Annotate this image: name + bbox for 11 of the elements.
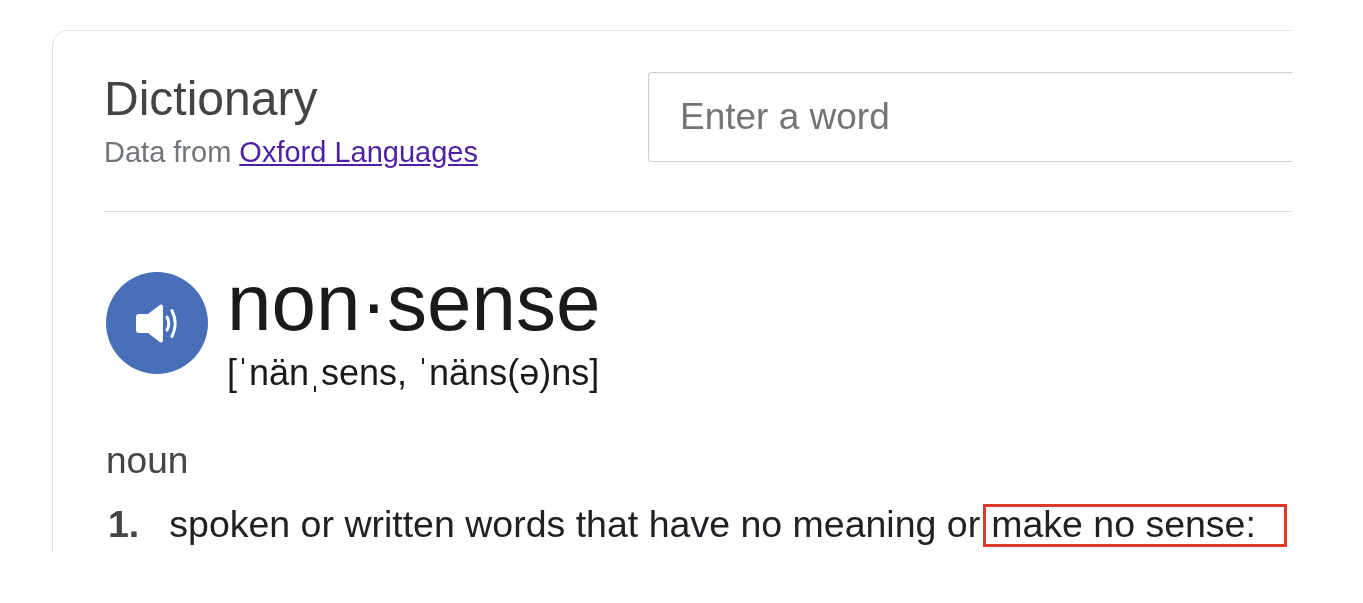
speaker-icon[interactable] — [106, 272, 208, 374]
pronunciation: [ˈnänˌsens, ˈnäns(ə)ns] — [227, 353, 601, 393]
part-of-speech: noun — [106, 440, 190, 482]
dictionary-title: Dictionary — [104, 71, 319, 127]
definition-text: spoken or written words that have no meaning or — [169, 503, 981, 545]
definition-number: 1. — [108, 503, 140, 545]
headword: non·sense — [227, 263, 601, 343]
source-link[interactable]: Oxford Languages — [239, 135, 478, 169]
source-label: Data from — [104, 135, 232, 169]
search-field[interactable]: Enter a word — [648, 72, 1292, 162]
highlighted-phrase: make no sense: — [983, 504, 1287, 547]
